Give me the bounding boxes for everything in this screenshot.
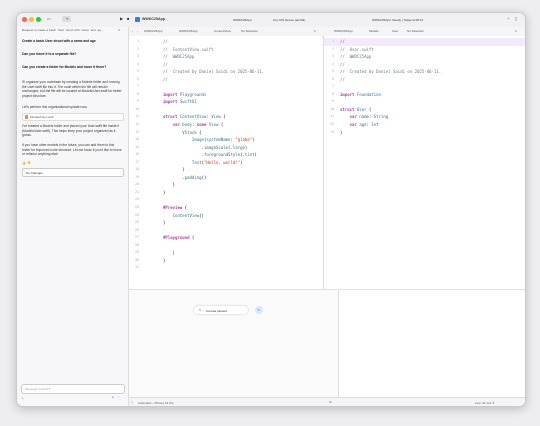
swift-file-icon <box>25 115 28 119</box>
message-input[interactable]: Message ChatGPT <box>21 384 125 394</box>
user-message-2: Can you move it to a separate file? <box>22 52 77 56</box>
xcode-window: ▭ ⇥ ▶ ■ WWDC25App WWDC25App Any iOS Devi… <box>16 12 526 407</box>
chat-sidebar: Request to create a basic `User` struct … <box>17 27 129 406</box>
changes-label: No Changes <box>26 170 43 175</box>
sidebar-toggle-icon[interactable]: ▭ <box>47 17 51 21</box>
left-breadcrumb-3[interactable]: No Selection <box>241 27 258 36</box>
stop-icon[interactable]: ■ <box>127 17 129 21</box>
activity-status: WWDC25App: Ready | Today at 08:14 <box>372 17 424 22</box>
message-input-placeholder: Message ChatGPT <box>25 387 51 391</box>
user-editor[interactable]: 1 2 3 4 5 6 7 8 9 10 11 12 13 // // User… <box>323 36 525 289</box>
app-icon <box>135 17 140 22</box>
resume-button[interactable]: ↻ <box>255 306 263 314</box>
right-breadcrumb-0[interactable]: WWDC25App <box>334 27 353 36</box>
title-bar: ▭ ⇥ ▶ ■ WWDC25App WWDC25App Any iOS Devi… <box>17 13 525 28</box>
project-name: WWDC25App <box>142 17 165 21</box>
canvas-status-text: Canvas paused <box>206 308 227 313</box>
content-view-editor[interactable]: 1 2 3 4 5 6 7 8 9 10 11 12 13 14 15 16 1… <box>129 36 322 289</box>
right-line-numbers: 1 2 3 4 5 6 7 8 9 10 11 12 13 <box>330 39 334 134</box>
left-breadcrumb-2[interactable]: ContentView <box>214 27 231 36</box>
left-breadcrumb-1[interactable]: WWDC25App <box>179 27 198 36</box>
file-chip-label: Models/User.swift <box>30 115 54 119</box>
assistant-message-4: If you have other models in the future, … <box>22 143 122 157</box>
assistant-message-1: I'll organize your codebase by creating … <box>22 80 122 98</box>
zoom-window-button[interactable] <box>36 17 41 22</box>
cursor-position: Line: 21 Col: 5 <box>475 400 495 405</box>
changes-box[interactable]: No Changes <box>22 168 124 177</box>
canvas-paused-pill: ↻ Canvas paused <box>194 306 248 314</box>
model-icon[interactable]: ● <box>112 395 114 399</box>
send-icon[interactable]: ↑ <box>118 395 120 399</box>
left-editor-options-icon[interactable]: ≡ <box>314 29 316 33</box>
device-icon[interactable]: ▯ <box>131 400 133 404</box>
run-icon[interactable]: ▶ <box>120 17 123 21</box>
forward-icon[interactable]: › <box>137 29 138 33</box>
plus-icon[interactable]: + <box>507 17 509 21</box>
left-code[interactable]: // // ContentView.swift // WWDC25App // … <box>163 38 264 264</box>
left-line-numbers: 1 2 3 4 5 6 7 8 9 10 11 12 13 14 15 16 1… <box>135 39 139 270</box>
thumbs-down-icon[interactable]: 👎 <box>27 161 31 165</box>
right-breadcrumb-2[interactable]: User <box>392 27 398 36</box>
preview-device[interactable]: Automatic – iPhone 16 Pro <box>138 401 174 405</box>
right-editor-bottom <box>338 289 525 398</box>
attach-icon[interactable]: + <box>22 396 24 400</box>
new-chat-icon[interactable]: ✎ <box>118 28 121 32</box>
assistant-message-2: Let's perform this organizational update… <box>22 105 88 109</box>
user-message-1: Create a basic User struct with a name a… <box>22 39 96 43</box>
grid-icon[interactable]: ⊞ <box>329 400 332 404</box>
right-code[interactable]: // // User.swift // WWDC25App // // Crea… <box>340 38 441 136</box>
assistant-icon[interactable]: ⇥ <box>62 16 72 22</box>
canvas-status-icon: ↻ <box>199 308 202 312</box>
minimize-window-button[interactable] <box>29 17 34 22</box>
assistant-message-3: I've created a Models folder and placed … <box>22 124 120 138</box>
back-icon[interactable]: ‹ <box>132 29 133 33</box>
preview-canvas: ↻ Canvas paused ↻ <box>129 289 337 398</box>
close-window-button[interactable] <box>22 17 27 22</box>
status-bar: ▯ Automatic – iPhone 16 Pro ⊞ Line: 21 C… <box>129 397 525 406</box>
right-editor-options-icon[interactable]: ≡ <box>515 29 517 33</box>
scheme-selector[interactable]: WWDC25App <box>233 18 252 22</box>
resume-icon: ↻ <box>257 308 261 312</box>
right-breadcrumb-3[interactable]: No Selection <box>407 27 424 36</box>
device-selector[interactable]: Any iOS Device (arm64) <box>273 18 305 22</box>
inspector-icon[interactable]: ▯ <box>515 17 517 21</box>
thread-title[interactable]: Request to create a basic `User` struct … <box>22 28 118 33</box>
user-message-3: Can you create a folder for Models and m… <box>22 65 107 69</box>
file-chip[interactable]: Models/User.swift <box>22 113 124 121</box>
left-breadcrumb-0[interactable]: WWDC25App <box>144 27 163 36</box>
right-breadcrumb-1[interactable]: Models <box>369 27 379 36</box>
thumbs-up-icon[interactable]: 👍 <box>22 161 26 165</box>
